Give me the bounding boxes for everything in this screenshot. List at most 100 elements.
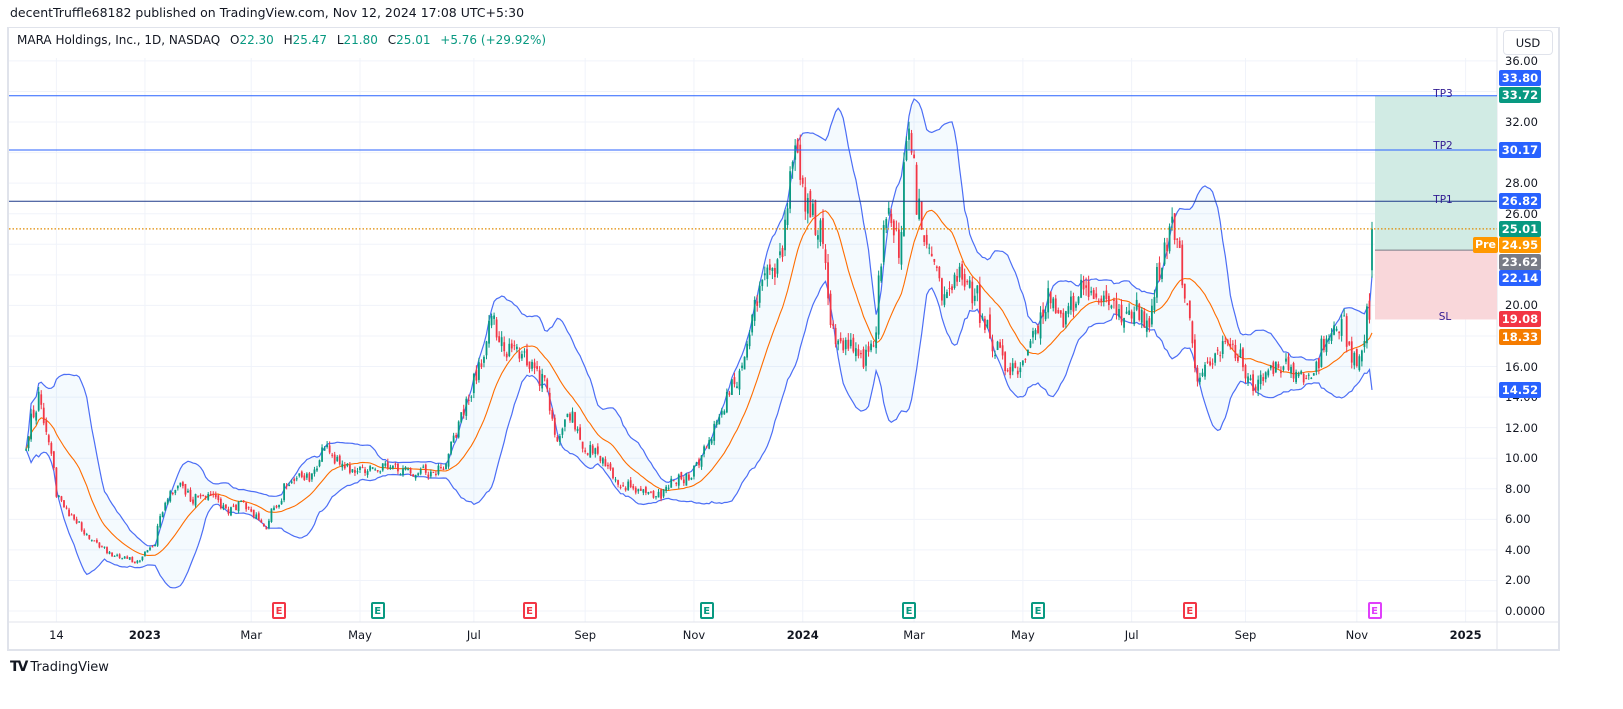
candle-body [323,448,326,451]
candle-body [275,505,278,508]
low-value: 21.80 [343,33,378,47]
earnings-marker-miss[interactable]: E [1182,602,1197,619]
candle-body [1206,361,1209,363]
candle-body [690,477,693,480]
candle-body [35,412,38,421]
candle-body [189,489,192,502]
candle [460,412,463,424]
candle-body [885,218,888,228]
candle-body [1021,360,1024,366]
candle [225,504,227,509]
candle-body [847,339,850,349]
candle-body [930,253,933,257]
time-tick: May [348,628,372,642]
candle-body [1072,296,1075,312]
candle-body [695,462,698,466]
candle-body [723,411,726,415]
candle-body [338,455,341,465]
candle-body [290,481,293,483]
candle-body [1292,363,1295,379]
candle [725,388,728,414]
candle-body [824,249,827,264]
candle-body [192,499,194,504]
candle-body [1082,280,1085,290]
candle-body [989,314,991,339]
candle-body [366,471,369,475]
candle [591,443,594,456]
candle-body [422,466,425,468]
candle-body [1140,309,1143,323]
candle-body [579,427,582,440]
candle-body [913,154,915,159]
candle-body [1305,377,1308,379]
candle-body [1221,341,1224,355]
candle-body [688,474,690,480]
candle-body [222,505,225,509]
candle-body [480,363,483,368]
time-tick: Nov [682,628,706,642]
candle-body [397,463,399,472]
candle-body [1047,288,1050,313]
candle-body [1001,345,1004,356]
low-label: L [336,33,344,47]
candle-body [391,465,394,469]
candle-body [604,459,607,467]
candle-body [123,556,126,559]
bb-fill [26,99,1372,588]
candle-body [300,471,303,478]
candle [194,493,197,508]
candle [1168,223,1171,254]
candle-body [1237,356,1239,361]
candle-body [751,314,754,333]
candle-body [761,280,764,287]
candle-body [176,485,179,489]
candle-body [854,348,857,357]
candle-body [495,319,498,338]
candle-body [948,287,951,289]
candle-body [569,413,571,421]
candle-body [556,437,559,442]
currency-button[interactable]: USD [1503,30,1553,55]
candle-body [852,337,855,352]
earnings-marker-beat[interactable]: E [902,602,916,619]
earnings-marker-miss[interactable]: E [522,602,537,619]
candle-body [877,275,880,335]
candle [1358,354,1361,372]
candle [862,346,865,369]
tradingview-logo[interactable]: TV TradingView [10,659,109,675]
candle [452,432,455,443]
candle [680,471,683,481]
candle-body [1125,311,1128,314]
candle-body [1366,306,1368,344]
candle-body [404,466,407,470]
candle-body [541,373,544,389]
candle [445,462,447,470]
earnings-marker-miss[interactable]: E [272,602,287,619]
earnings-marker-beat[interactable]: E [370,602,385,619]
candle [1080,274,1082,299]
candle-body [938,266,941,279]
candle-body [518,351,521,359]
candle-body [614,479,617,481]
candle-body [523,351,526,353]
price-tick: 16.00 [1505,359,1538,374]
candle-body [566,413,569,417]
candle-body [1287,356,1290,370]
candle-body [184,483,187,495]
candle-body [219,498,222,509]
candle-body [113,555,116,557]
earnings-marker-beat[interactable]: E [699,602,714,619]
candle [1320,335,1323,368]
price-label-tp1: 26.82 [1499,193,1541,209]
candle-body [832,323,835,326]
candle [131,556,134,563]
candle-body [784,219,786,251]
candle-body [83,530,86,535]
earnings-marker-beat[interactable]: E [1031,602,1046,619]
candle-body [85,534,88,536]
candle-body [118,554,121,559]
candle [338,454,341,466]
candle-body [356,471,359,473]
premarket-badge: Pre [1473,237,1498,253]
earnings-marker-upcoming[interactable]: E [1367,602,1382,619]
